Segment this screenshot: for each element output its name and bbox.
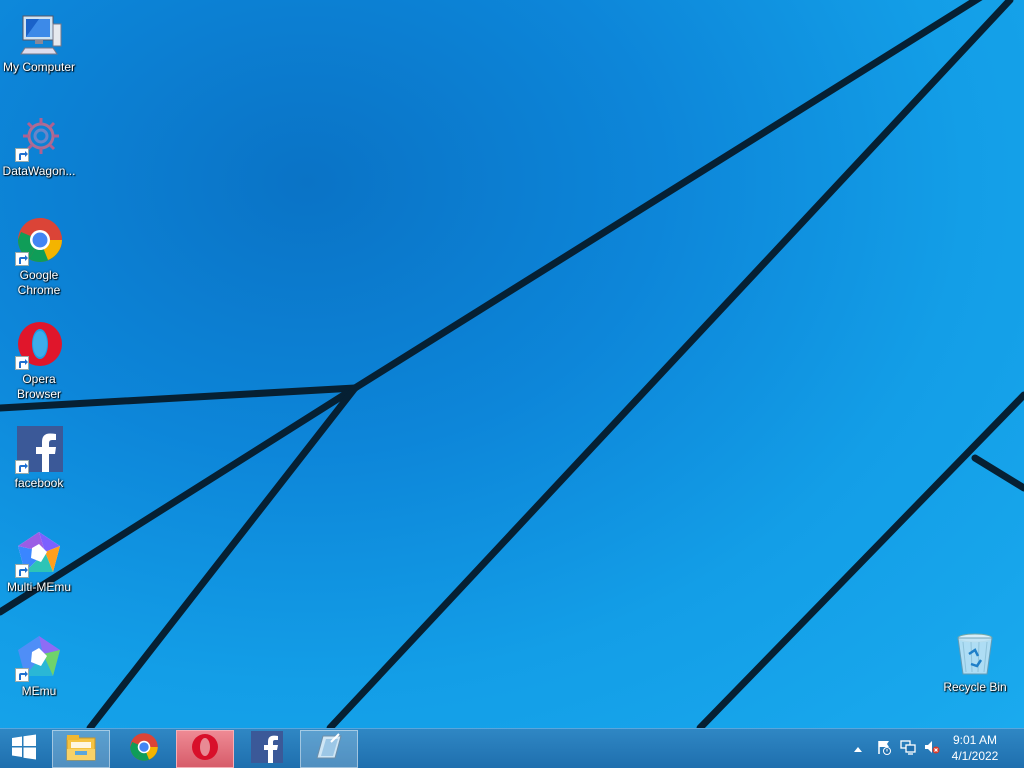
file-explorer-icon [65, 732, 97, 767]
desktop-icon-label: Opera Browser [16, 372, 61, 401]
desktop-icon-memu[interactable]: MEmu [0, 626, 78, 699]
system-tray [850, 729, 944, 769]
wallpaper [0, 0, 1024, 728]
clock-date: 4/1/2022 [951, 749, 999, 763]
shortcut-arrow-icon [15, 668, 29, 682]
desktop-icon-recycle-bin[interactable]: Recycle Bin [936, 622, 1014, 695]
desktop-icon-label: Recycle Bin [943, 680, 1007, 694]
taskbar-screenshot-tool[interactable] [300, 730, 358, 768]
chrome-icon [129, 732, 159, 767]
desktop-icon-label: My Computer [2, 60, 76, 74]
datawagon-icon [15, 114, 63, 162]
desktop-icon-label: Google Chrome [17, 268, 61, 297]
desktop-icon-facebook[interactable]: facebook [0, 418, 78, 491]
shortcut-arrow-icon [15, 564, 29, 578]
taskbar-facebook[interactable] [238, 730, 296, 768]
desktop-icon-multi-memu[interactable]: Multi-MEmu [0, 522, 78, 595]
network-icon[interactable] [896, 739, 920, 760]
taskbar-clock[interactable]: 9:01 AM 4/1/2022 [940, 732, 1010, 764]
desktop-icon-opera-browser[interactable]: Opera Browser [0, 314, 78, 402]
opera-icon [190, 732, 220, 767]
facebook-icon [251, 730, 283, 768]
desktop-icon-label: MEmu [21, 684, 57, 698]
desktop-icon-google-chrome[interactable]: Google Chrome [0, 210, 78, 298]
desktop-icon-label: Multi-MEmu [6, 580, 71, 594]
multi-memu-icon [15, 530, 63, 578]
opera-icon [15, 322, 63, 370]
desktop-icon-label: DataWagon... [2, 164, 76, 178]
shortcut-arrow-icon [15, 148, 29, 162]
taskbar-opera[interactable] [176, 730, 234, 768]
desktop: My Computer DataWagon... Google Chrome O… [0, 0, 1024, 728]
screenshot-tool-icon [313, 732, 345, 767]
start-button[interactable] [0, 730, 48, 768]
shortcut-arrow-icon [15, 252, 29, 266]
taskbar-chrome[interactable] [115, 730, 173, 768]
show-hidden-icons-chevron[interactable] [850, 740, 866, 758]
taskbar-file-explorer[interactable] [52, 730, 110, 768]
chrome-icon [15, 218, 63, 266]
shortcut-arrow-icon [15, 460, 29, 474]
memu-icon [15, 634, 63, 682]
desktop-icon-datawagon[interactable]: DataWagon... [0, 106, 78, 179]
recycle-bin-icon [951, 630, 999, 678]
action-center-flag-icon[interactable] [872, 739, 896, 760]
windows-start-icon [11, 734, 37, 765]
taskbar: 9:01 AM 4/1/2022 [0, 728, 1024, 768]
computer-icon [15, 10, 63, 58]
desktop-icon-label: facebook [14, 476, 64, 490]
facebook-icon [15, 426, 63, 474]
desktop-icon-my-computer[interactable]: My Computer [0, 2, 78, 75]
shortcut-arrow-icon [15, 356, 29, 370]
clock-time: 9:01 AM [952, 733, 998, 747]
